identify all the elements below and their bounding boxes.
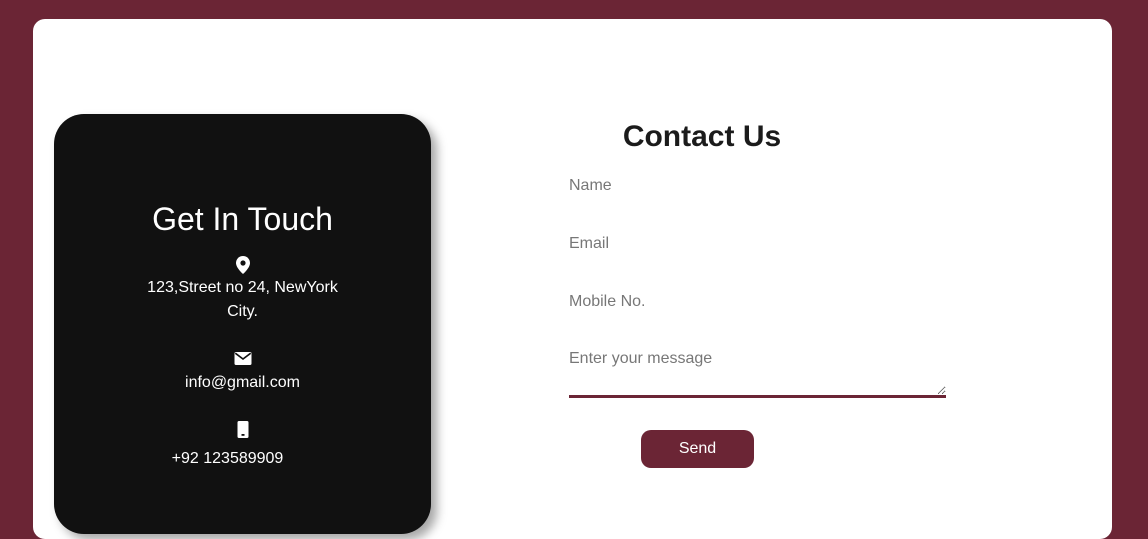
message-textarea[interactable] xyxy=(569,347,946,398)
map-pin-icon xyxy=(235,256,250,274)
name-input[interactable] xyxy=(569,172,946,200)
contact-info-card: Get In Touch 123,Street no 24, NewYork C… xyxy=(54,114,431,534)
email-text: info@gmail.com xyxy=(185,374,300,391)
address-line-2: City. xyxy=(227,303,258,320)
send-button[interactable]: Send xyxy=(641,430,754,468)
address-line-1: 123,Street no 24, NewYork xyxy=(147,279,338,296)
envelope-icon xyxy=(234,352,251,365)
address-text: 123,Street no 24, NewYork City. xyxy=(123,276,363,324)
info-title: Get In Touch xyxy=(152,201,333,237)
mobile-phone-icon xyxy=(237,421,248,438)
mobile-input[interactable] xyxy=(569,288,946,316)
email-input[interactable] xyxy=(569,230,946,258)
phone-text: +92 123589909 xyxy=(171,450,284,467)
form-title: Contact Us xyxy=(622,120,782,153)
